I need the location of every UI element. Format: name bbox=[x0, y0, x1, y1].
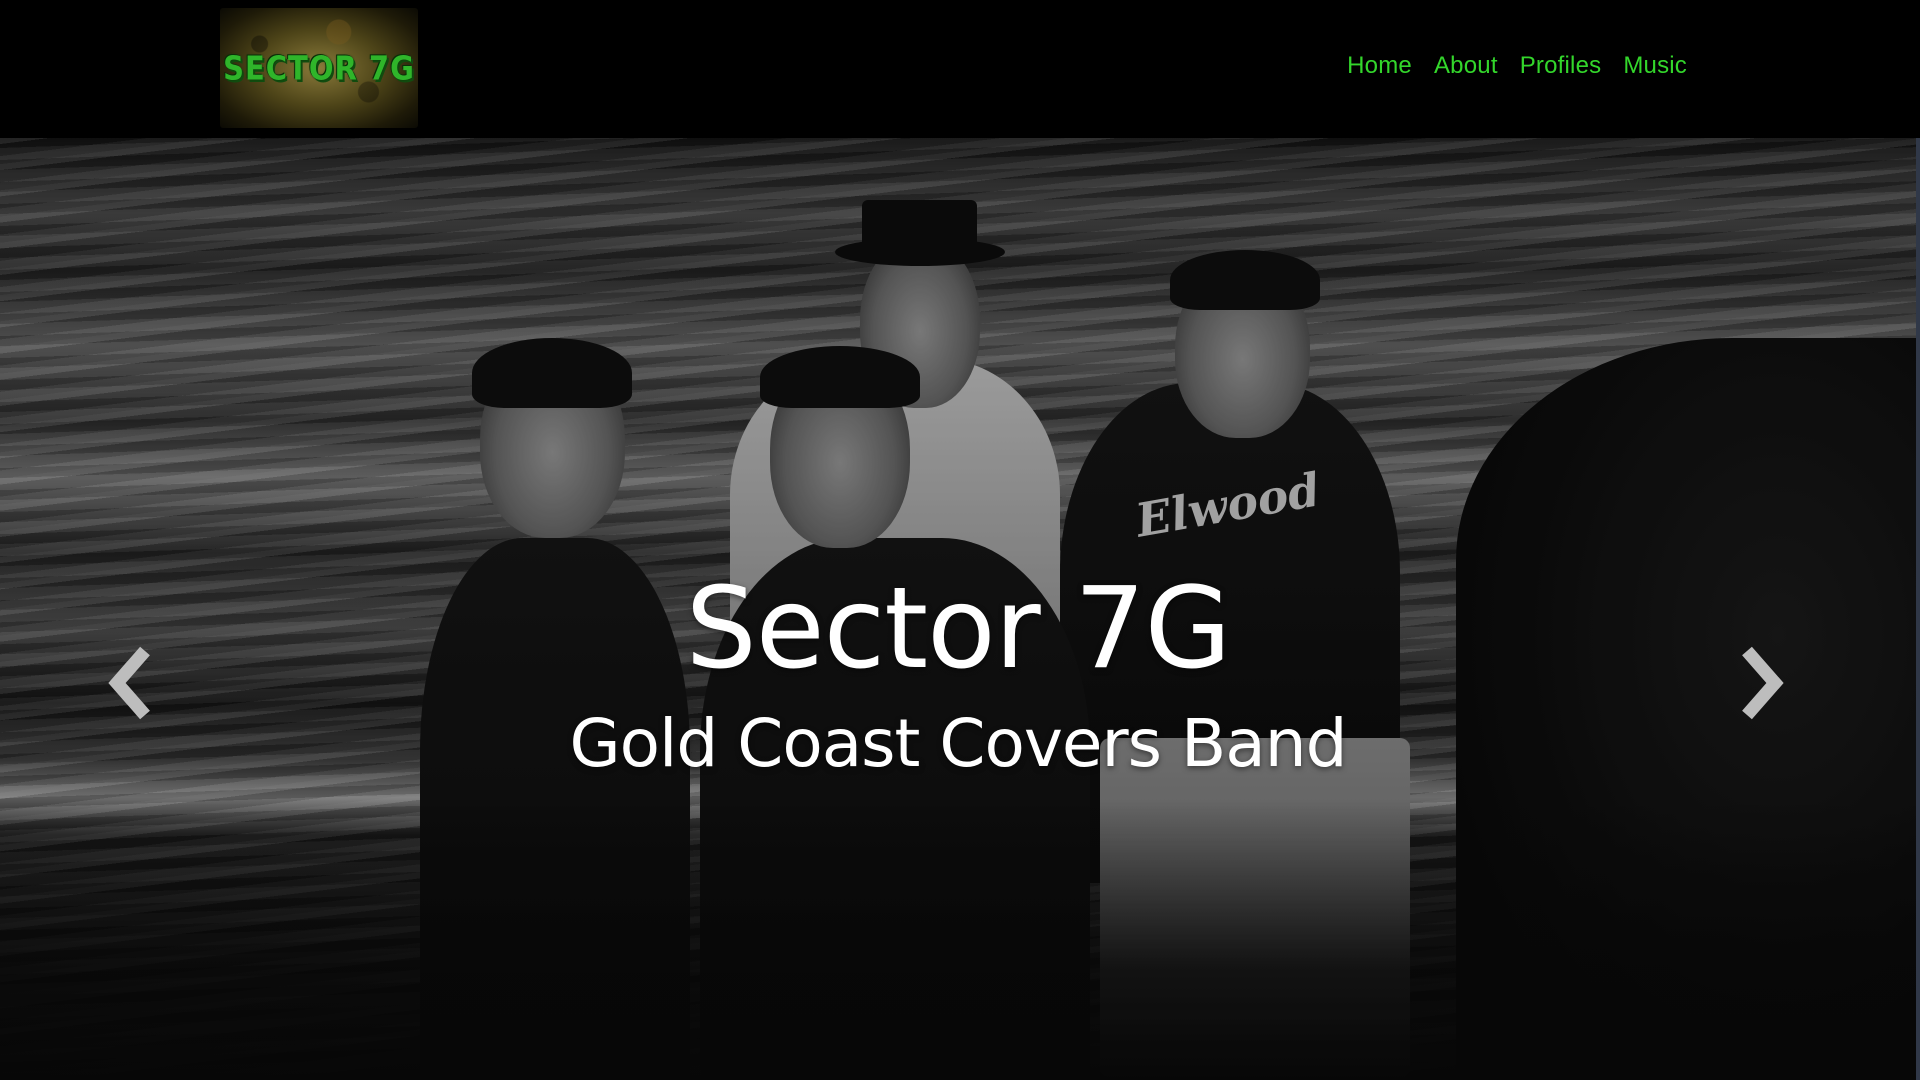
hero-carousel: Elwood Sector 7G Gold Coast Covers Band bbox=[0, 138, 1916, 1080]
main-nav: Home About Profiles Music bbox=[1347, 52, 1687, 80]
nav-item-music: Music bbox=[1623, 52, 1687, 80]
nav-item-home: Home bbox=[1347, 52, 1412, 80]
nav-link-profiles[interactable]: Profiles bbox=[1520, 52, 1602, 79]
hero-title: Sector 7G bbox=[685, 564, 1232, 694]
chevron-left-icon bbox=[108, 646, 150, 720]
top-navbar: SECTOR 7G Home About Profiles Music bbox=[0, 0, 1920, 138]
nav-link-about[interactable]: About bbox=[1434, 52, 1498, 79]
carousel-next-button[interactable] bbox=[1724, 638, 1794, 728]
logo-text: SECTOR 7G bbox=[223, 48, 415, 88]
nav-item-profiles: Profiles bbox=[1520, 52, 1602, 80]
window-edge bbox=[1916, 138, 1920, 1080]
hero-subtitle: Gold Coast Covers Band bbox=[569, 705, 1348, 782]
hero-caption: Sector 7G Gold Coast Covers Band bbox=[0, 573, 1916, 782]
carousel-prev-button[interactable] bbox=[98, 638, 168, 728]
site-logo[interactable]: SECTOR 7G bbox=[220, 8, 418, 128]
chevron-right-icon bbox=[1742, 646, 1784, 720]
nav-link-home[interactable]: Home bbox=[1347, 52, 1412, 79]
nav-item-about: About bbox=[1434, 52, 1498, 80]
nav-link-music[interactable]: Music bbox=[1623, 52, 1687, 79]
